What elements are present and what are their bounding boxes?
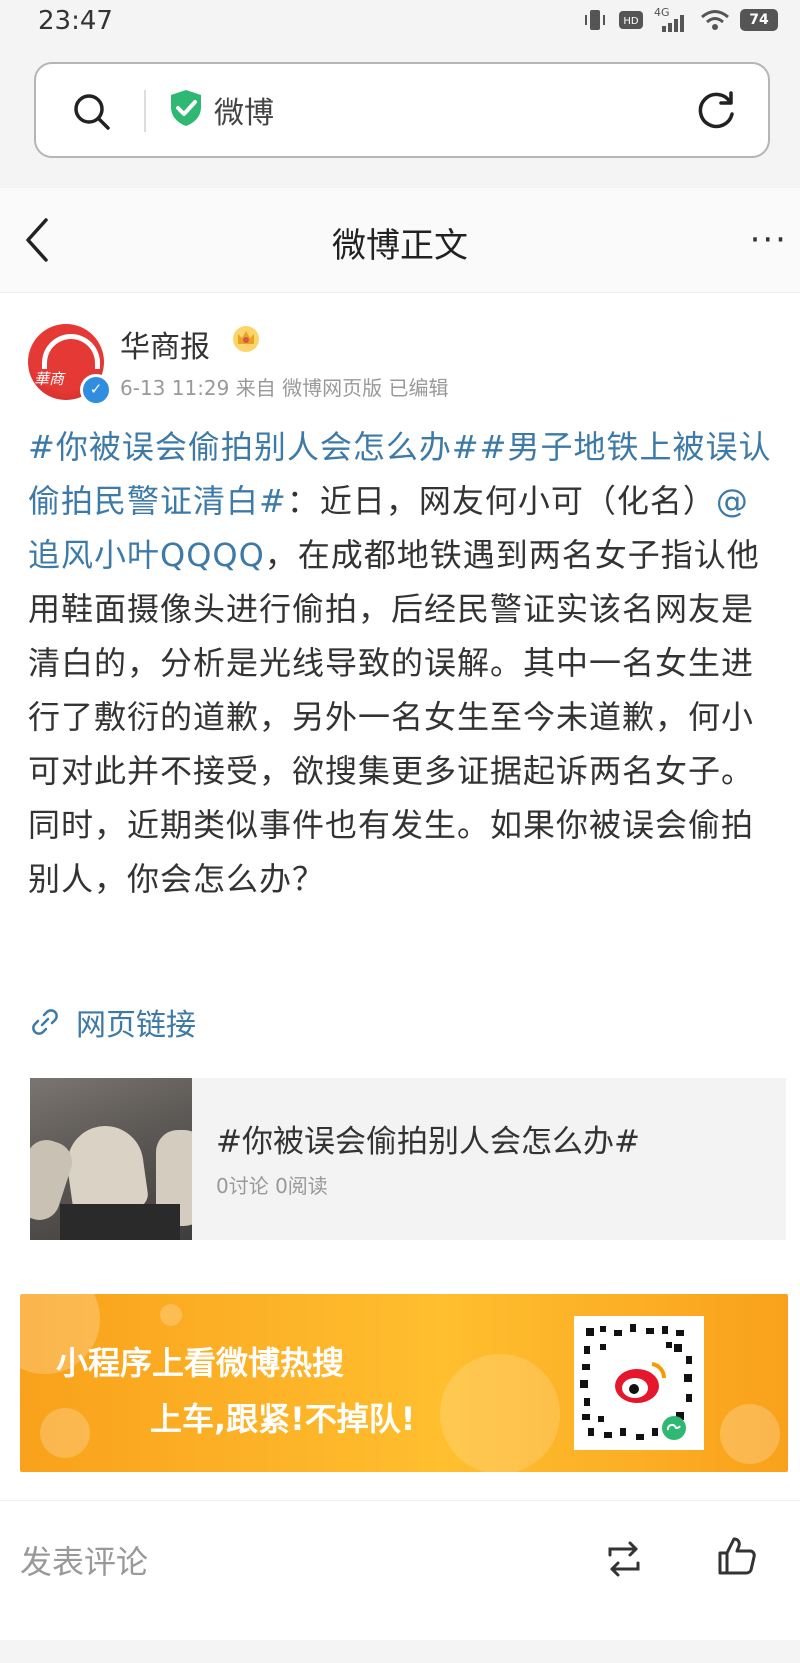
decor-circle	[40, 1408, 90, 1458]
status-bar: 23:47 HD 4G 74	[0, 0, 800, 50]
decor-weibo-logo	[440, 1354, 560, 1472]
qr-code	[574, 1316, 704, 1450]
like-icon[interactable]	[714, 1533, 760, 1579]
qr-code-icon	[580, 1324, 692, 1440]
link-icon	[32, 1009, 58, 1035]
status-time: 23:47	[38, 6, 113, 36]
decor-circle	[720, 1404, 780, 1464]
post-body: #你被误会偷拍别人会怎么办##男子地铁上被误认偷拍民警证清白#：近日，网友何小可…	[28, 420, 776, 906]
avatar-logo-text: 華商	[34, 370, 65, 388]
wifi-icon	[701, 10, 729, 30]
topic-thumbnail	[30, 1078, 192, 1240]
banner-headline: 小程序上看微博热搜	[56, 1344, 345, 1382]
system-nav-bar	[0, 1640, 800, 1663]
verified-badge-icon: ✓	[80, 374, 112, 406]
web-link-label[interactable]: 网页链接	[76, 1000, 196, 1044]
topic-card[interactable]: #你被误会偷拍别人会怎么办# 0讨论 0阅读	[30, 1078, 786, 1240]
page-header: 微博正文 ···	[0, 188, 800, 293]
status-icons: HD 4G 74	[582, 6, 778, 32]
shoe-shape	[62, 1121, 150, 1217]
url-label[interactable]: 微博	[214, 88, 274, 132]
more-options-icon[interactable]: ···	[750, 220, 788, 260]
comment-input[interactable]: 发表评论	[20, 1537, 148, 1583]
svg-text:HD: HD	[623, 16, 639, 27]
post-text: ，在成都地铁遇到两名女子指认他用鞋面摄像头进行偷拍，后经民警证实该名网友是清白的…	[28, 536, 760, 898]
post-text: ：近日，网友何小可（化名）	[286, 482, 716, 520]
battery-icon: 74	[740, 9, 778, 31]
refresh-icon[interactable]	[694, 88, 738, 132]
topic-title[interactable]: #你被误会偷拍别人会怎么办#	[216, 1116, 640, 1161]
author-name[interactable]: 华商报	[120, 322, 210, 366]
browser-toolbar: 微博	[0, 50, 800, 188]
trouser-shape	[60, 1204, 180, 1240]
verified-shield-icon	[171, 90, 201, 126]
search-icon[interactable]	[72, 92, 112, 132]
post-meta: 6-13 11:29 来自 微博网页版 已编辑	[120, 376, 449, 400]
hd-icon: HD	[619, 11, 643, 29]
page-title: 微博正文	[332, 226, 468, 266]
hashtag-link[interactable]: #你被误会偷拍别人会怎么办#	[28, 428, 480, 466]
comment-bar: 发表评论	[0, 1500, 800, 1621]
decor-circle	[160, 1304, 182, 1326]
promo-banner[interactable]: 小程序上看微博热搜 上车,跟紧!不掉队!	[20, 1294, 788, 1472]
topic-stats: 0讨论 0阅读	[216, 1174, 328, 1198]
signal-icon: 4G	[654, 6, 690, 32]
web-link[interactable]: 网页链接	[30, 1000, 196, 1044]
repost-icon[interactable]	[602, 1537, 646, 1581]
vibrate-icon	[585, 10, 605, 30]
crown-icon	[233, 326, 259, 352]
divider	[144, 90, 146, 132]
banner-subline: 上车,跟紧!不掉队!	[150, 1400, 416, 1438]
address-bar[interactable]: 微博	[34, 62, 770, 158]
avatar-logo-ring	[42, 334, 100, 369]
